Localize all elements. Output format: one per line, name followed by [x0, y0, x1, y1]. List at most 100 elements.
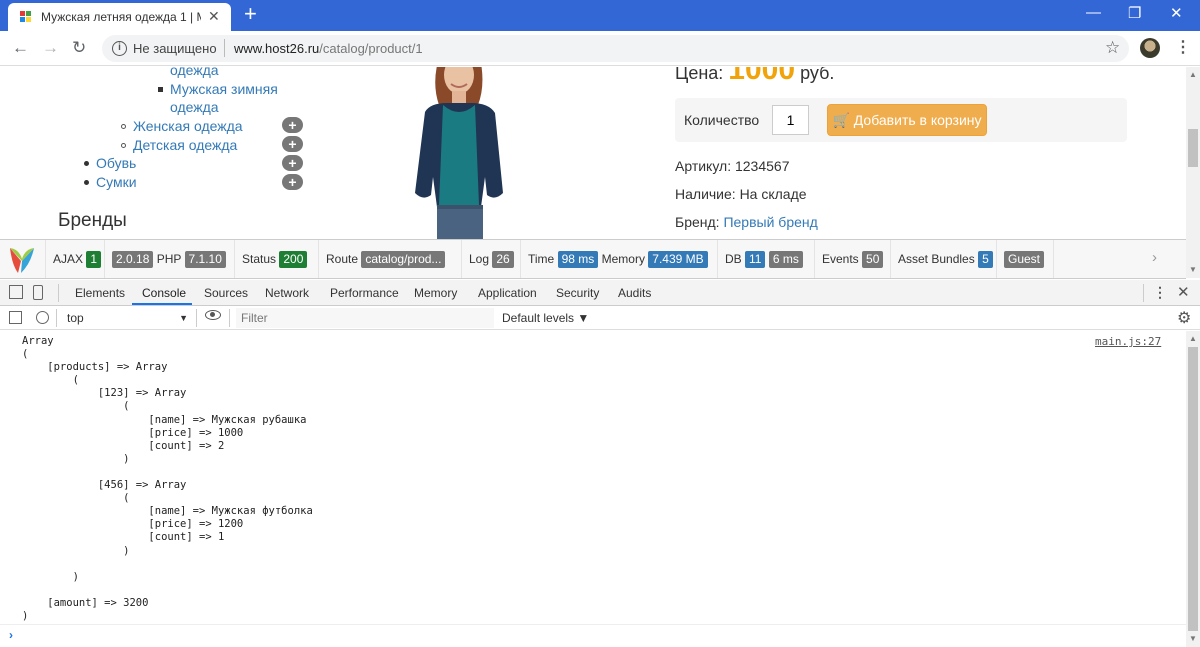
events-panel[interactable]: Events 50	[815, 240, 891, 278]
url-text[interactable]: www.host26.ru/catalog/product/1	[234, 41, 423, 56]
events-count: 50	[862, 251, 884, 268]
clear-console-icon[interactable]	[36, 311, 49, 324]
address-bar[interactable]: i Не защищено www.host26.ru/catalog/prod…	[102, 35, 1129, 62]
scroll-up-icon[interactable]: ▲	[1189, 334, 1197, 343]
profiling-panel[interactable]: Time 98 ms Memory 7.439 MB	[521, 240, 718, 278]
console-filter-input[interactable]: Filter	[236, 308, 494, 328]
category-link[interactable]: Сумки	[96, 174, 137, 190]
site-info-icon[interactable]: i	[112, 41, 127, 56]
console-output: Array ( [products] => Array ( [123] => A…	[0, 331, 1186, 647]
category-link[interactable]: Женская одежда	[133, 118, 243, 134]
url-path: /catalog/product/1	[319, 41, 423, 56]
category-link[interactable]: одежда	[170, 99, 219, 115]
chevron-down-icon: ▼	[179, 313, 188, 323]
brand-row: Бренд: Первый бренд	[675, 214, 818, 230]
live-expression-eye-icon[interactable]	[205, 310, 221, 320]
log-levels-dropdown[interactable]: Default levels ▼	[502, 311, 589, 325]
php-label: PHP	[156, 252, 182, 266]
status-code: 200	[279, 251, 308, 268]
list-bullet	[121, 143, 126, 148]
expand-plus-icon[interactable]: +	[282, 155, 303, 171]
devtools-menu-icon[interactable]: ⋮	[1153, 284, 1167, 301]
brand-label: Бренд:	[675, 214, 720, 230]
price-label: Цена:	[675, 67, 724, 83]
time-label: Time	[528, 252, 555, 266]
config-panel[interactable]: 2.0.18 PHP 7.1.10	[105, 240, 235, 278]
context-selector[interactable]: top ▼	[62, 308, 192, 328]
log-panel[interactable]: Log 26	[462, 240, 521, 278]
restore-icon[interactable]: ❐	[1128, 4, 1141, 22]
scroll-down-icon[interactable]: ▼	[1189, 634, 1197, 643]
console-scrollbar[interactable]: ▲ ▼	[1186, 331, 1200, 647]
quantity-input[interactable]: 1	[772, 105, 809, 135]
log-count: 26	[492, 251, 514, 268]
forward-icon[interactable]: →	[42, 38, 59, 58]
assets-panel[interactable]: Asset Bundles 5	[891, 240, 997, 278]
scroll-down-icon[interactable]: ▼	[1189, 265, 1197, 274]
price-value: 1000	[728, 67, 796, 86]
yii-version: 2.0.18	[112, 251, 154, 268]
category-link[interactable]: Детская одежда	[133, 137, 237, 153]
bookmark-star-icon[interactable]: ☆	[1105, 38, 1120, 58]
yii-logo-block[interactable]	[0, 240, 46, 278]
source-link[interactable]: main.js:27	[1095, 335, 1161, 348]
page-viewport: одежда Мужская зимняя одежда Женская оде…	[0, 67, 1186, 239]
status-label: Status	[242, 252, 277, 266]
reload-icon[interactable]: ↻	[72, 38, 86, 58]
site-favicon-icon	[20, 11, 32, 23]
new-tab-button[interactable]: +	[244, 2, 257, 26]
console-log-message: Array ( [products] => Array ( [123] => A…	[22, 335, 313, 622]
inspect-element-icon[interactable]	[9, 285, 23, 299]
status-panel[interactable]: Status 200	[235, 240, 319, 278]
back-icon[interactable]: ←	[12, 38, 29, 58]
user-panel[interactable]: Guest	[997, 240, 1054, 278]
profile-avatar[interactable]	[1140, 38, 1160, 58]
active-tab-indicator	[132, 303, 192, 305]
page-scrollbar[interactable]: ▲ ▼	[1186, 67, 1200, 278]
tab-elements[interactable]: Elements	[75, 286, 125, 300]
expand-plus-icon[interactable]: +	[282, 174, 303, 190]
tab-network[interactable]: Network	[265, 286, 309, 300]
close-tab-icon[interactable]: ✕	[208, 8, 220, 25]
browser-menu-icon[interactable]: ⋮	[1175, 37, 1191, 57]
close-devtools-icon[interactable]: ✕	[1177, 283, 1190, 301]
route-panel[interactable]: Route catalog/prod...	[319, 240, 462, 278]
ajax-label: AJAX	[53, 252, 84, 266]
tab-console[interactable]: Console	[142, 286, 186, 300]
category-link[interactable]: Мужская зимняя	[170, 81, 278, 97]
tab-sources[interactable]: Sources	[204, 286, 248, 300]
page-scroll-thumb[interactable]	[1188, 129, 1198, 167]
tab-performance[interactable]: Performance	[330, 286, 399, 300]
db-panel[interactable]: DB 11 6 ms	[718, 240, 815, 278]
expand-plus-icon[interactable]: +	[282, 117, 303, 133]
console-scroll-thumb[interactable]	[1188, 347, 1198, 631]
price-row: Цена: 1000 руб.	[675, 67, 834, 87]
category-link[interactable]: Обувь	[96, 155, 136, 171]
toolbar-next-icon[interactable]: ›	[1152, 249, 1157, 266]
tab-application[interactable]: Application	[478, 286, 537, 300]
sidebar-toggle-icon[interactable]	[9, 311, 22, 324]
tab-memory[interactable]: Memory	[414, 286, 457, 300]
ajax-panel[interactable]: AJAX 1	[46, 240, 105, 278]
brand-link[interactable]: Первый бренд	[723, 214, 817, 230]
db-label: DB	[725, 252, 742, 266]
assets-label: Asset Bundles	[898, 252, 975, 266]
tab-security[interactable]: Security	[556, 286, 599, 300]
toolbar-divider	[196, 309, 197, 327]
scroll-up-icon[interactable]: ▲	[1189, 70, 1197, 79]
device-toolbar-icon[interactable]	[33, 285, 43, 300]
tab-audits[interactable]: Audits	[618, 286, 651, 300]
context-value: top	[67, 311, 84, 325]
add-to-cart-button[interactable]: 🛒 Добавить в корзину	[827, 104, 987, 136]
minimize-icon[interactable]: —	[1086, 4, 1101, 21]
category-link[interactable]: одежда	[170, 67, 219, 78]
browser-tab[interactable]: Мужская летняя одежда 1 | Магазин ✕	[8, 3, 231, 31]
console-prompt[interactable]: ›	[9, 628, 13, 642]
db-query-count: 11	[745, 251, 766, 268]
expand-plus-icon[interactable]: +	[282, 136, 303, 152]
not-secure-label[interactable]: Не защищено	[133, 41, 217, 56]
toolbar-divider	[58, 284, 59, 302]
console-settings-gear-icon[interactable]: ⚙	[1177, 308, 1191, 328]
list-bullet	[121, 124, 126, 129]
close-window-icon[interactable]: ✕	[1170, 4, 1183, 22]
